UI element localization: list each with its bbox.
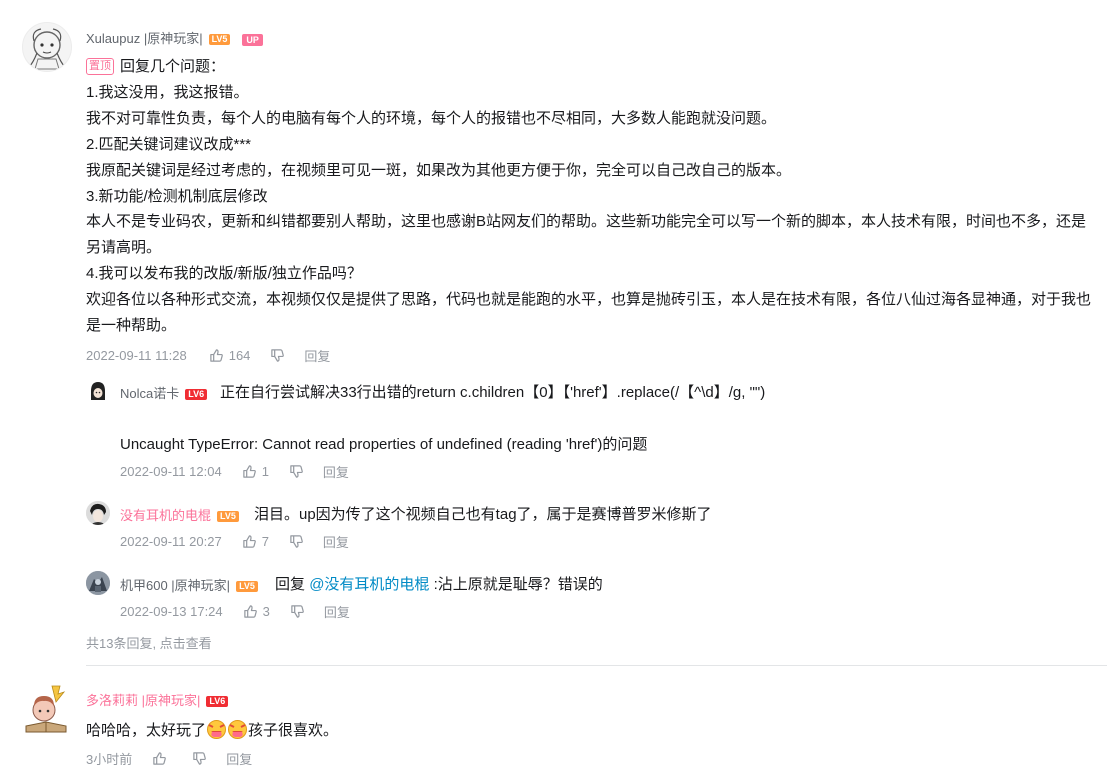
reply-body-line: 正在自行尝试解决33行出错的return c.children【0】【'href…	[220, 384, 766, 401]
comment-meta: 2022-09-11 11:28 164 回复	[86, 346, 330, 365]
reply-username[interactable]: 没有耳机的电棍 LV5	[120, 505, 239, 524]
username-text[interactable]: 多洛莉莉 |原神玩家|	[86, 693, 200, 708]
thumb-down-icon	[291, 605, 304, 618]
thumb-down-icon	[193, 752, 207, 765]
comment-line: 2.匹配关键词建议改成***	[86, 135, 252, 153]
username-text[interactable]: 没有耳机的电棍	[120, 508, 211, 523]
comment-meta: 3小时前 回复	[86, 749, 252, 768]
level-badge: LV5	[208, 34, 231, 46]
username-text[interactable]: Xulaupuz |原神玩家|	[86, 31, 203, 46]
reply-username[interactable]: Nolca诺卡 LV6	[120, 383, 208, 402]
comment-text: 哈哈哈，太好玩了	[86, 722, 207, 739]
like-count: 1	[261, 464, 269, 479]
reply-meta: 2022-09-11 20:27 7 回复	[120, 532, 349, 551]
like-button[interactable]: 164	[209, 348, 251, 363]
reply-button[interactable]: 回复	[324, 602, 350, 621]
level-badge: LV5	[217, 511, 239, 523]
dislike-button[interactable]	[270, 348, 290, 363]
reply-button[interactable]: 回复	[323, 462, 349, 481]
reply-time: 2022-09-11 20:27	[120, 534, 222, 549]
reply-button[interactable]: 回复	[323, 532, 349, 551]
comment-body: 哈哈哈，太好玩了 孩子很喜欢。	[86, 719, 338, 743]
up-badge: UP	[242, 33, 263, 46]
comment-username[interactable]: 多洛莉莉 |原神玩家| LV6	[86, 690, 229, 709]
thumb-down-icon	[290, 535, 303, 548]
like-button[interactable]: 7	[242, 534, 269, 549]
comment-line: 本人不是专业码农，更新和纠错都要别人帮助，这里也感谢B站网友们的帮助。这些新功能…	[86, 213, 1087, 257]
comment-line: 3.新功能/检测机制底层修改	[86, 187, 268, 205]
thumb-down-icon	[290, 465, 303, 478]
like-button[interactable]: 3	[243, 604, 270, 619]
comment-line: 1.我这没用，我这报错。	[86, 83, 249, 101]
avatar[interactable]	[86, 501, 110, 525]
thumb-up-icon	[209, 349, 223, 362]
avatar[interactable]	[86, 571, 110, 595]
thumb-up-icon	[242, 535, 256, 548]
like-count: 7	[261, 534, 269, 549]
comment-time: 3小时前	[86, 752, 133, 767]
comment-time: 2022-09-11 11:28	[86, 348, 187, 363]
username-text[interactable]: 机甲600 |原神玩家|	[120, 578, 230, 593]
comment-line: 我不对可靠性负责，每个人的电脑有每个人的环境，每个人的报错也不尽相同，大多数人能…	[86, 109, 777, 127]
avatar[interactable]	[86, 379, 110, 403]
comment-line: 我原配关键词是经过考虑的，在视频里可见一斑，如果改为其他更方便于你，完全可以自己…	[86, 161, 792, 179]
dislike-button[interactable]	[290, 604, 310, 619]
like-button[interactable]	[152, 751, 172, 766]
level-badge: LV6	[185, 389, 208, 401]
reply-button[interactable]: 回复	[304, 346, 330, 365]
reply-time: 2022-09-13 17:24	[120, 604, 223, 619]
thumb-up-icon	[242, 465, 256, 478]
reply-body: 回复 @没有耳机的电棍 :沾上原就是耻辱？错误的	[275, 573, 603, 594]
reply-button[interactable]: 回复	[226, 749, 252, 768]
reply-body-line: Uncaught TypeError: Cannot read properti…	[120, 436, 648, 453]
pinned-badge: 置顶	[86, 58, 114, 75]
like-button[interactable]: 1	[242, 464, 269, 479]
comment-body: 置顶 回复几个问题： 1.我这没用，我这报错。 我不对可靠性负责，每个人的电脑有每…	[86, 54, 1096, 339]
comment-divider	[86, 665, 1107, 666]
dislike-button[interactable]	[289, 534, 309, 549]
username-text[interactable]: Nolca诺卡	[120, 386, 179, 401]
reaction-emoji-icon	[206, 719, 227, 743]
reply-body: 泪目。up因为传了这个视频自己也有tag了，属于是赛博普罗米修斯了	[254, 506, 712, 523]
dislike-button[interactable]	[192, 751, 212, 766]
view-more-replies-link[interactable]: 共13条回复, 点击查看	[86, 633, 212, 652]
reply-prefix: 回复	[275, 576, 306, 593]
like-count: 3	[262, 604, 270, 619]
reply-username[interactable]: 机甲600 |原神玩家| LV5	[120, 575, 258, 594]
reply-time: 2022-09-11 12:04	[120, 464, 222, 479]
reaction-emoji-icon	[227, 719, 248, 743]
avatar[interactable]	[22, 684, 74, 736]
reply-text: :沾上原就是耻辱？错误的	[433, 576, 603, 593]
comment-line: 回复几个问题：	[120, 58, 226, 75]
like-count: 164	[228, 348, 251, 363]
reply-meta: 2022-09-11 12:04 1 回复	[120, 462, 349, 481]
level-badge: LV5	[236, 581, 258, 593]
dislike-button[interactable]	[289, 464, 309, 479]
level-badge: LV6	[206, 696, 229, 708]
comment-line: 欢迎各位以各种形式交流，本视频仅仅是提供了思路，代码也就是能跑的水平，也算是抛砖…	[86, 291, 1092, 335]
comment-username[interactable]: Xulaupuz |原神玩家| LV5 UP	[86, 28, 263, 47]
comment-text: 孩子很喜欢。	[248, 722, 339, 739]
comment-line: 4.我可以发布我的改版/新版/独立作品吗？	[86, 265, 362, 283]
thumb-up-icon	[153, 752, 167, 765]
thumb-up-icon	[243, 605, 257, 618]
thumb-down-icon	[271, 349, 285, 362]
avatar[interactable]	[22, 22, 72, 72]
user-mention-link[interactable]: @没有耳机的电棍	[309, 576, 429, 593]
reply-meta: 2022-09-13 17:24 3 回复	[120, 602, 350, 621]
